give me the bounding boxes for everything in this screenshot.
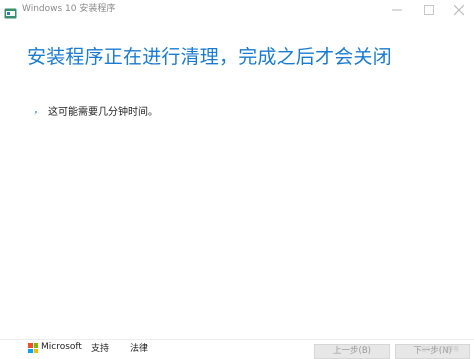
setup-window: Windows 10 安装程序 安装程序正在进行清理，完成之后才会关闭 这可能需… <box>0 0 474 359</box>
footer-divider <box>0 339 474 340</box>
close-button[interactable] <box>444 0 474 20</box>
title-bar[interactable]: Windows 10 安装程序 <box>0 0 474 20</box>
back-button[interactable]: 上一步(B) <box>314 344 390 359</box>
minimize-button[interactable] <box>382 0 412 20</box>
windows-setup-icon <box>4 4 17 19</box>
support-link[interactable]: 支持 <box>91 343 109 355</box>
status-message: 这可能需要几分钟时间。 <box>48 107 158 118</box>
legal-link[interactable]: 法律 <box>130 343 148 355</box>
microsoft-brand: Microsoft <box>41 342 82 352</box>
microsoft-logo <box>28 343 38 353</box>
loading-spinner-icon <box>33 102 39 115</box>
close-icon <box>454 5 464 15</box>
minimize-icon <box>392 5 402 15</box>
maximize-button[interactable] <box>414 0 444 20</box>
watermark: @51CTO博客 <box>421 346 460 353</box>
maximize-icon <box>424 5 434 15</box>
page-heading: 安装程序正在进行清理，完成之后才会关闭 <box>27 46 392 68</box>
window-title: Windows 10 安装程序 <box>22 4 116 14</box>
